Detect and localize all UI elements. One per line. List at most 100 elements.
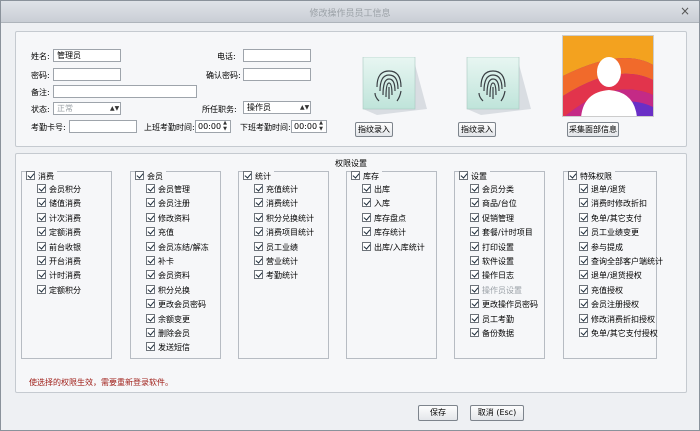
permission-checkbox[interactable]: 积分兑换 (146, 284, 190, 296)
permission-label: 更改会员密码 (158, 300, 206, 310)
permission-checkbox[interactable]: 参与提成 (579, 241, 623, 253)
permission-checkbox[interactable]: 消费项目统计 (254, 227, 314, 238)
name-input[interactable]: 管理员 (53, 49, 121, 62)
permission-checkbox[interactable]: 更改操作员密码 (470, 299, 538, 310)
permission-checkbox[interactable]: 储值消费 (37, 198, 81, 209)
permission-checkbox[interactable]: 开台消费 (37, 256, 81, 267)
permission-checkbox[interactable]: 更改会员密码 (146, 299, 206, 310)
permission-checkbox[interactable]: 积分兑换统计 (254, 212, 314, 224)
title-bar[interactable]: 修改操作员员工信息 × (1, 1, 699, 23)
permission-checkbox[interactable]: 商品/台位 (470, 198, 517, 209)
permission-checkbox[interactable]: 查询全部客户端统计 (579, 256, 663, 267)
status-select[interactable]: 正常 ▲▼ (53, 102, 121, 115)
permission-checkbox[interactable]: 库存盘点 (362, 212, 406, 224)
permission-checkbox[interactable]: 消费统计 (254, 198, 298, 209)
permission-checkbox[interactable]: 计次消费 (37, 212, 81, 224)
permission-checkbox[interactable]: 操作员设置 (470, 284, 522, 296)
save-button[interactable]: 保存 (418, 405, 458, 421)
checkbox-icon (579, 328, 588, 337)
offduty-time-input[interactable]: 00:00 ▲ ▼ (291, 120, 327, 133)
permission-checkbox[interactable]: 会员管理 (146, 184, 190, 195)
position-select[interactable]: 操作员 ▲▼ (243, 101, 311, 114)
permission-checkbox[interactable]: 前台收银 (37, 241, 81, 253)
spin-arrows-icon[interactable]: ▲ ▼ (221, 120, 229, 132)
permission-checkbox[interactable]: 补卡 (146, 256, 174, 267)
onduty-time-input[interactable]: 00:00 ▲ ▼ (195, 120, 231, 133)
permission-label: 参与提成 (591, 242, 623, 252)
permission-checkbox[interactable]: 出库 (362, 184, 390, 195)
permission-checkbox[interactable]: 会员冻结/解冻 (146, 241, 209, 253)
checkbox-icon (470, 328, 479, 337)
checkbox-icon (254, 227, 263, 237)
permission-group-checkbox[interactable]: 统计 (243, 171, 274, 182)
checkbox-icon (37, 270, 46, 280)
permission-label: 会员注册授权 (591, 300, 639, 310)
permission-checkbox[interactable]: 修改资料 (146, 212, 190, 224)
permission-checkbox[interactable]: 入库 (362, 198, 390, 209)
fingerprint-enroll-button-1[interactable]: 指纹录入 (355, 122, 393, 137)
permission-checkbox[interactable]: 会员注册 (146, 198, 190, 209)
permission-checkbox[interactable]: 定额积分 (37, 284, 81, 296)
confirm-password-input[interactable] (243, 68, 311, 81)
permission-checkbox[interactable]: 会员分类 (470, 184, 514, 195)
permission-group-checkbox[interactable]: 库存 (351, 171, 382, 182)
checkbox-icon (459, 171, 468, 180)
permission-group-checkbox[interactable]: 特殊权限 (568, 171, 615, 182)
cancel-button[interactable]: 取消 (Esc) (470, 405, 524, 421)
permission-checkbox[interactable]: 套餐/计时项目 (470, 227, 533, 238)
permission-checkbox[interactable]: 考勤统计 (254, 270, 298, 281)
checkbox-icon (579, 227, 588, 237)
permission-group-checkbox[interactable]: 设置 (459, 171, 490, 182)
checkbox-icon (146, 212, 155, 222)
permission-checkbox[interactable]: 免单/其它支付授权 (579, 328, 658, 339)
password-input[interactable] (53, 68, 121, 81)
permission-checkbox[interactable]: 计时消费 (37, 270, 81, 281)
permission-label: 开台消费 (49, 257, 81, 266)
permission-checkbox[interactable]: 促销管理 (470, 212, 514, 224)
permission-checkbox[interactable]: 退单/退货 (579, 184, 626, 195)
permission-group-label: 设置 (471, 172, 487, 181)
close-icon[interactable]: × (677, 4, 693, 18)
permission-label: 计次消费 (49, 213, 81, 223)
permission-checkbox[interactable]: 删除会员 (146, 328, 190, 339)
permission-checkbox[interactable]: 退单/退货授权 (579, 270, 642, 281)
onduty-time-value: 00:00 (198, 122, 222, 131)
permission-checkbox[interactable]: 充值统计 (254, 184, 298, 195)
position-label: 所任职务: (202, 105, 237, 114)
note-input[interactable] (53, 85, 197, 98)
permission-checkbox[interactable]: 发送短信 (146, 342, 190, 353)
fingerprint-enroll-button-2[interactable]: 指纹录入 (458, 122, 496, 137)
permission-checkbox[interactable]: 余额变更 (146, 313, 190, 325)
permission-checkbox[interactable]: 操作日志 (470, 270, 514, 281)
capture-face-button[interactable]: 采集面部信息 (567, 122, 619, 137)
permission-checkbox[interactable]: 充值 (146, 227, 174, 238)
permission-checkbox[interactable]: 充值授权 (579, 284, 623, 296)
permission-group-checkbox[interactable]: 消费 (26, 171, 57, 182)
permission-checkbox[interactable]: 软件设置 (470, 256, 514, 267)
permission-label: 出库/入库统计 (374, 242, 425, 252)
card-input[interactable] (69, 120, 137, 133)
permission-group-checkbox[interactable]: 会员 (135, 171, 166, 182)
permission-checkbox[interactable]: 会员资料 (146, 270, 190, 281)
permission-checkbox[interactable]: 消费时修改折扣 (579, 198, 647, 209)
spin-arrows-icon[interactable]: ▲ ▼ (317, 120, 325, 132)
checkbox-icon (37, 256, 46, 265)
permission-checkbox[interactable]: 营业统计 (254, 256, 298, 267)
permission-checkbox[interactable]: 备份数据 (470, 328, 514, 339)
permission-checkbox[interactable]: 免单/其它支付 (579, 212, 642, 224)
phone-label: 电话: (217, 52, 236, 61)
permission-checkbox[interactable]: 会员积分 (37, 184, 81, 195)
permission-checkbox[interactable]: 定额消费 (37, 227, 81, 238)
phone-input[interactable] (243, 49, 311, 62)
permission-checkbox[interactable]: 打印设置 (470, 241, 514, 253)
permission-checkbox[interactable]: 员工业绩 (254, 241, 298, 253)
checkbox-icon (37, 184, 46, 193)
permission-label: 余额变更 (158, 314, 190, 324)
permission-checkbox[interactable]: 库存统计 (362, 227, 406, 238)
permission-checkbox[interactable]: 员工业绩变更 (579, 227, 639, 238)
permission-checkbox[interactable]: 修改消费折扣授权 (579, 313, 655, 325)
permission-checkbox[interactable]: 出库/入库统计 (362, 241, 425, 253)
permission-label: 员工业绩 (266, 242, 298, 252)
permission-checkbox[interactable]: 员工考勤 (470, 313, 514, 325)
permission-checkbox[interactable]: 会员注册授权 (579, 299, 639, 310)
